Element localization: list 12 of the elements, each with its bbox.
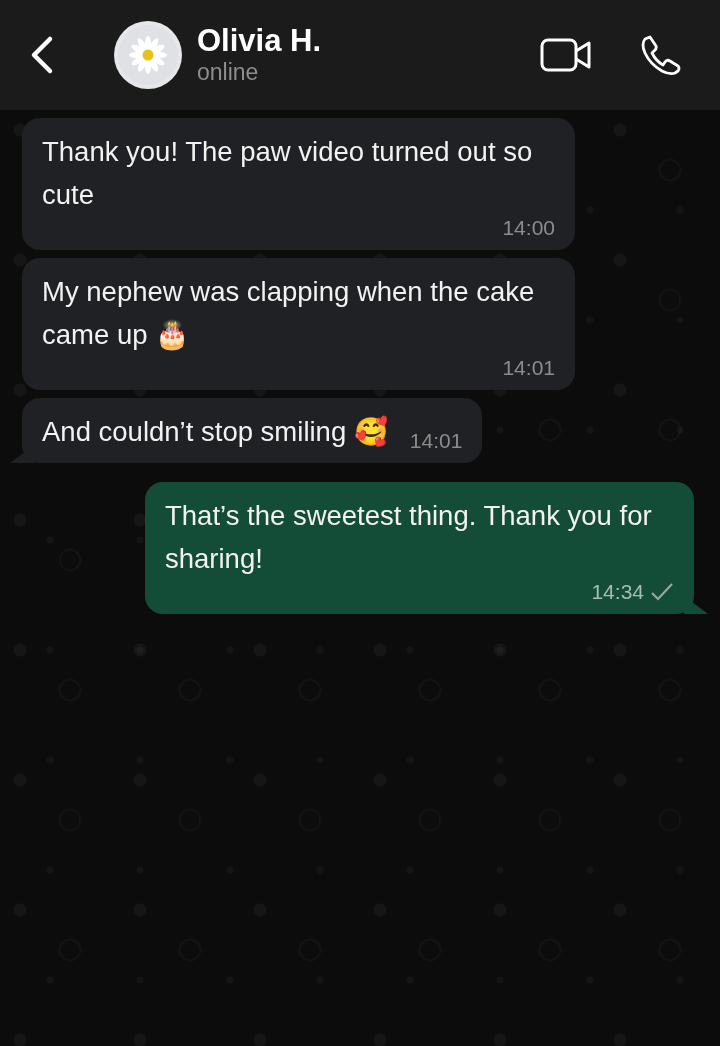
message-text: My nephew was clapping when the cake came up 🎂	[42, 275, 536, 353]
message-text: And couldn’t stop smiling 🥰	[42, 414, 388, 449]
contact-status: online	[197, 58, 259, 86]
message-time: 14:01	[409, 429, 463, 453]
message-time: 14:00	[502, 216, 555, 240]
message-time: 14:34	[591, 580, 644, 604]
video-call-icon[interactable]	[540, 38, 592, 72]
message-text: Thank you! The paw video turned out so cute	[42, 135, 534, 212]
message-text: That’s the sweetest thing. Thank you for sharing!	[165, 499, 653, 576]
message-time: 14:01	[502, 356, 555, 380]
contact-name: Olivia H.	[197, 24, 322, 58]
phone-icon[interactable]	[640, 34, 682, 76]
